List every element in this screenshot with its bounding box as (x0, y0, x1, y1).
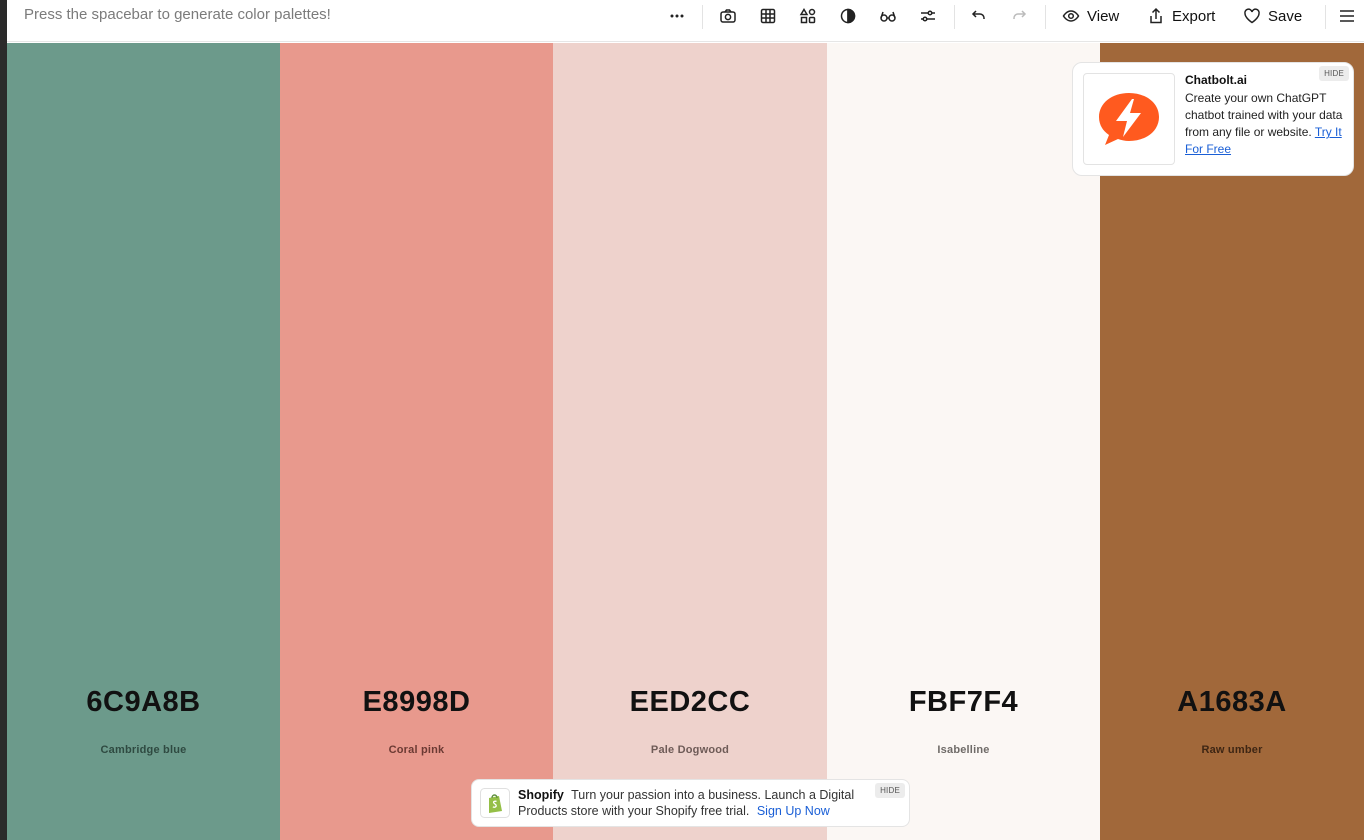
view-button[interactable]: View (1062, 5, 1119, 27)
hide-ad-button[interactable]: HIDE (1319, 66, 1349, 81)
toolbar: Press the spacebar to generate color pal… (7, 0, 1364, 42)
heart-icon (1244, 8, 1260, 24)
sign-up-link[interactable]: Sign Up Now (757, 804, 830, 818)
color-name[interactable]: Coral pink (280, 744, 553, 756)
color-name[interactable]: Raw umber (1100, 744, 1364, 756)
hex-code[interactable]: E8998D (280, 686, 553, 719)
color-swatch[interactable]: 6C9A8B Cambridge blue (7, 43, 280, 840)
spacebar-hint: Press the spacebar to generate color pal… (24, 6, 331, 23)
toolbar-divider (702, 5, 703, 29)
ad-brand: Shopify (518, 788, 564, 802)
chatbolt-logo (1083, 73, 1175, 165)
color-swatch[interactable]: FBF7F4 Isabelline (827, 43, 1100, 840)
lightning-bubble-icon (1099, 93, 1159, 145)
share-icon (1150, 7, 1162, 24)
hex-code[interactable]: FBF7F4 (827, 686, 1100, 719)
hex-code[interactable]: A1683A (1100, 686, 1364, 719)
export-label: Export (1172, 7, 1216, 25)
adjust-sliders-icon[interactable] (917, 6, 939, 26)
redo-icon[interactable] (1008, 6, 1030, 26)
save-button[interactable]: Save (1243, 5, 1302, 27)
ad-text: Shopify Turn your passion into a busines… (518, 787, 878, 819)
export-button[interactable]: Export (1147, 5, 1215, 27)
ad-text: Create your own ChatGPT chatbot trained … (1185, 90, 1347, 158)
eye-icon (1062, 10, 1080, 22)
view-label: View (1087, 7, 1120, 25)
shopify-bag-icon (480, 788, 510, 818)
toolbar-divider (1325, 5, 1326, 29)
contrast-icon[interactable] (837, 6, 859, 26)
glasses-icon[interactable] (877, 6, 899, 26)
grid-icon[interactable] (757, 6, 779, 26)
color-swatch[interactable]: E8998D Coral pink (280, 43, 553, 840)
more-options-icon[interactable] (666, 6, 688, 26)
color-name[interactable]: Cambridge blue (7, 744, 280, 756)
color-name[interactable]: Isabelline (827, 744, 1100, 756)
toolbar-divider (1045, 5, 1046, 29)
color-name[interactable]: Pale Dogwood (553, 744, 827, 756)
shopify-ad[interactable]: Shopify Turn your passion into a busines… (471, 779, 910, 827)
chatbolt-ad[interactable]: Chatbolt.ai Create your own ChatGPT chat… (1072, 62, 1354, 176)
ad-title: Chatbolt.ai (1185, 73, 1247, 87)
save-label: Save (1268, 7, 1303, 25)
undo-icon[interactable] (968, 6, 990, 26)
hamburger-menu-icon[interactable] (1336, 6, 1358, 26)
camera-icon[interactable] (717, 6, 739, 26)
window-edge (0, 0, 7, 840)
toolbar-divider (954, 5, 955, 29)
shapes-icon[interactable] (797, 6, 819, 26)
color-swatch[interactable]: EED2CC Pale Dogwood (553, 43, 827, 840)
hide-ad-button[interactable]: HIDE (875, 783, 905, 798)
hex-code[interactable]: EED2CC (553, 686, 827, 719)
hex-code[interactable]: 6C9A8B (7, 686, 280, 719)
